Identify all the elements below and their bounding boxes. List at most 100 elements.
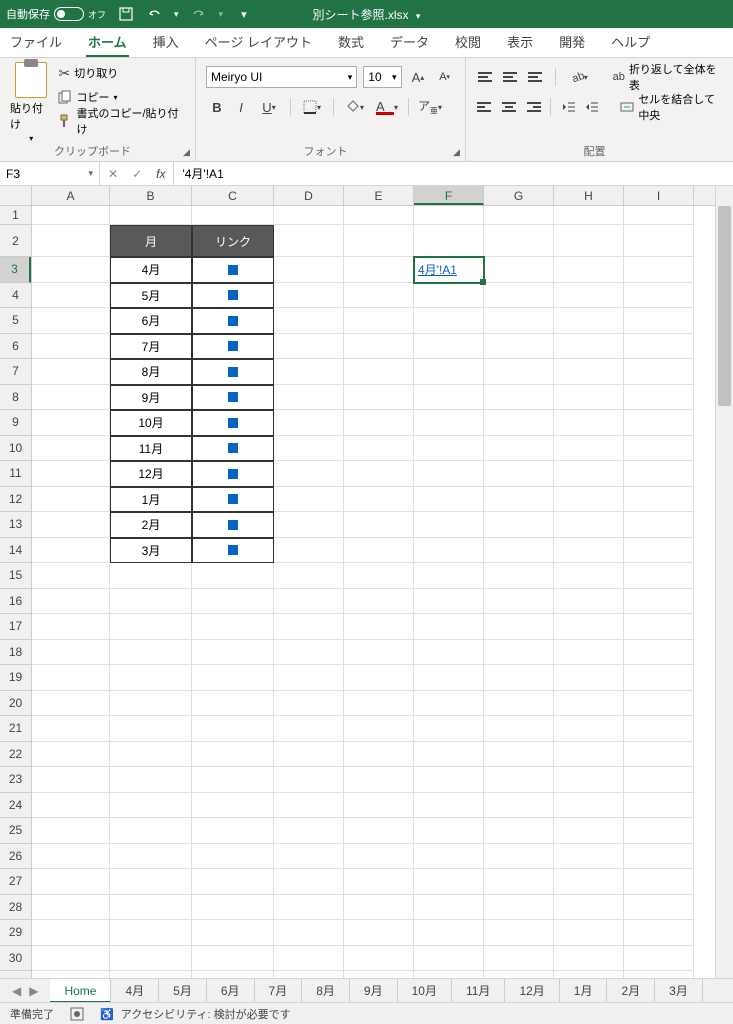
row-header[interactable]: 18 [0,640,31,666]
cell[interactable] [32,512,110,538]
cell[interactable] [484,716,554,742]
cell[interactable] [554,487,624,513]
cell[interactable] [624,640,694,666]
row-header[interactable]: 7 [0,359,31,385]
cell[interactable] [484,512,554,538]
table-cell-link[interactable] [192,257,274,283]
cell[interactable] [32,410,110,436]
cell[interactable] [274,334,344,360]
cell[interactable] [274,895,344,921]
table-cell-month[interactable]: 12月 [110,461,192,487]
cell[interactable] [32,206,110,225]
cell[interactable] [344,359,414,385]
cell[interactable] [344,844,414,870]
cell[interactable] [554,410,624,436]
cell[interactable] [484,410,554,436]
column-header[interactable]: I [624,186,694,205]
cell[interactable] [32,563,110,589]
cell[interactable] [414,334,484,360]
fx-icon[interactable]: fx [156,167,165,181]
cell[interactable] [32,742,110,768]
table-cell-link[interactable] [192,308,274,334]
align-middle-button[interactable] [501,66,522,88]
cell[interactable] [414,308,484,334]
row-header[interactable]: 30 [0,946,31,972]
cell[interactable] [414,512,484,538]
cell[interactable] [484,206,554,225]
cell[interactable] [344,436,414,462]
accessibility-status[interactable]: ♿ アクセシビリティ: 検討が必要です [100,1006,291,1022]
cell[interactable] [344,225,414,257]
cell[interactable] [624,742,694,768]
cell[interactable] [624,512,694,538]
sheet-tab-1月[interactable]: 1月 [560,979,608,1003]
row-header[interactable]: 21 [0,716,31,742]
sheet-tab-8月[interactable]: 8月 [302,979,350,1003]
cell[interactable] [624,206,694,225]
cell[interactable] [554,563,624,589]
table-cell-month[interactable]: 10月 [110,410,192,436]
cell[interactable] [624,767,694,793]
ribbon-tab-挿入[interactable]: 挿入 [151,32,181,57]
cell[interactable] [344,538,414,564]
cell[interactable] [554,614,624,640]
cell[interactable] [554,436,624,462]
cell[interactable] [344,920,414,946]
cell[interactable] [274,436,344,462]
cell[interactable] [110,206,192,225]
cell[interactable] [110,691,192,717]
cell[interactable] [624,308,694,334]
macro-record-icon[interactable] [70,1007,84,1021]
row-header[interactable]: 27 [0,869,31,895]
cell[interactable] [192,869,274,895]
cell[interactable] [414,716,484,742]
cell[interactable] [484,283,554,309]
bold-button[interactable]: B [206,96,228,118]
cell[interactable] [344,589,414,615]
ribbon-tab-ページ レイアウト[interactable]: ページ レイアウト [203,32,314,57]
row-header[interactable]: 22 [0,742,31,768]
ribbon-tab-数式[interactable]: 数式 [336,32,366,57]
row-header[interactable]: 9 [0,410,31,436]
redo-icon[interactable] [191,6,207,22]
cell[interactable] [32,640,110,666]
cell[interactable] [484,793,554,819]
cell[interactable] [414,487,484,513]
cell[interactable] [484,844,554,870]
cell[interactable] [110,589,192,615]
cell[interactable] [110,869,192,895]
cell[interactable] [554,257,624,283]
row-header[interactable]: 3 [0,257,31,283]
sheet-nav-next-icon[interactable]: ▶ [29,984,38,998]
table-header-link[interactable]: リンク [192,225,274,257]
cell[interactable] [344,716,414,742]
cell[interactable] [32,793,110,819]
sheet-tab-7月[interactable]: 7月 [255,979,303,1003]
cell[interactable] [414,206,484,225]
cell[interactable] [344,665,414,691]
cell[interactable] [624,334,694,360]
font-name-select[interactable]: Meiryo UI ▾ [206,66,357,88]
cell[interactable] [110,818,192,844]
paste-dropdown-icon[interactable]: ▾ [29,134,33,143]
fill-color-button[interactable]: ▾ [340,96,370,118]
cell[interactable] [414,461,484,487]
cell[interactable] [32,691,110,717]
cell[interactable] [414,614,484,640]
cell[interactable] [484,640,554,666]
cell[interactable] [192,206,274,225]
row-header[interactable]: 23 [0,767,31,793]
cell[interactable] [414,767,484,793]
selected-cell[interactable]: 4月'!A1 [414,257,484,283]
row-header[interactable]: 11 [0,461,31,487]
cell[interactable] [32,385,110,411]
cell[interactable] [110,742,192,768]
cell[interactable] [192,971,274,978]
cell[interactable] [414,818,484,844]
name-box[interactable]: F3 ▾ [0,162,100,185]
cell[interactable] [274,818,344,844]
cell[interactable] [414,283,484,309]
cell[interactable] [414,895,484,921]
table-cell-month[interactable]: 6月 [110,308,192,334]
cell[interactable] [32,334,110,360]
